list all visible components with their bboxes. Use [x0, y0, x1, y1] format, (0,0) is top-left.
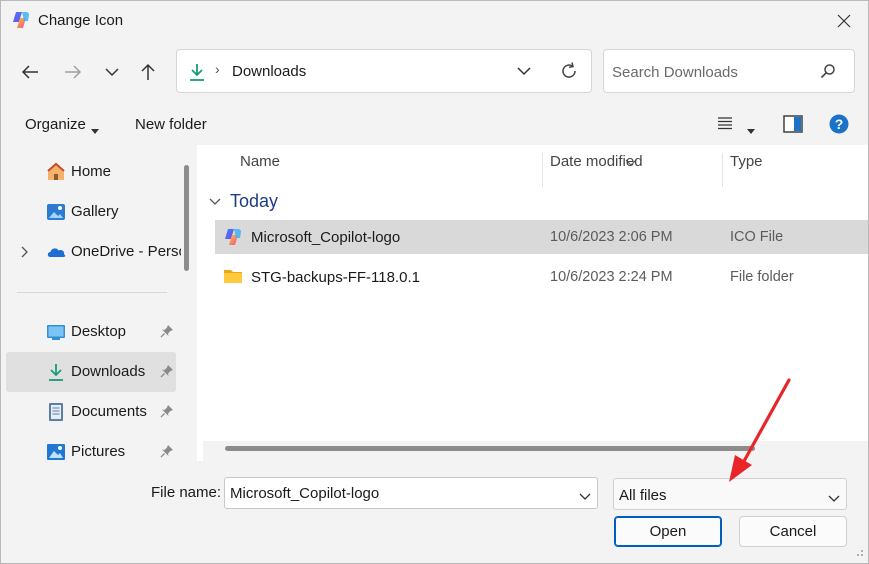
file-type-dropdown[interactable]: All files: [613, 478, 847, 510]
dialog-footer: File name: Microsoft_Copilot-logo All fi…: [1, 461, 868, 563]
recent-locations-button[interactable]: [97, 57, 127, 87]
file-type: File folder: [730, 269, 794, 285]
chevron-down-icon: [209, 198, 221, 205]
cancel-button[interactable]: Cancel: [739, 516, 847, 547]
up-button[interactable]: [133, 57, 163, 87]
navigation-bar: › Downloads: [1, 41, 868, 103]
file-name-value[interactable]: Microsoft_Copilot-logo: [230, 485, 379, 502]
column-headers: Name Date modified Type: [197, 145, 868, 187]
help-button[interactable]: ?: [829, 114, 849, 138]
file-row-copilot-logo[interactable]: Microsoft_Copilot-logo 10/6/2023 2:06 PM…: [215, 220, 868, 254]
chevron-down-icon: [105, 68, 119, 77]
group-label: Today: [230, 191, 279, 211]
sidebar-scrollbar[interactable]: [184, 165, 189, 271]
title-bar: Change Icon: [1, 1, 868, 41]
file-name-field[interactable]: Microsoft_Copilot-logo: [224, 477, 598, 509]
sidebar-item-label: Gallery: [71, 203, 119, 220]
list-view-icon: [718, 117, 732, 130]
file-date: 10/6/2023 2:24 PM: [550, 269, 673, 285]
chevron-down-icon: [517, 67, 531, 76]
sidebar-item-label: OneDrive - Personal: [71, 243, 181, 260]
gallery-icon: [46, 202, 66, 222]
pin-icon: [160, 444, 174, 462]
organize-dropdown-icon: [91, 121, 99, 138]
dialog-title: Change Icon: [38, 12, 124, 29]
file-name: Microsoft_Copilot-logo: [251, 229, 401, 246]
downloads-icon: [46, 362, 66, 382]
sidebar-item-home[interactable]: Home: [6, 152, 176, 192]
horizontal-scrollbar-thumb[interactable]: [225, 446, 755, 451]
search-box[interactable]: [603, 49, 855, 93]
back-button[interactable]: [15, 57, 45, 87]
refresh-icon: [562, 62, 576, 78]
forward-arrow-icon: [65, 65, 82, 79]
command-bar: Organize New folder ?: [1, 103, 868, 145]
sidebar-item-onedrive[interactable]: OneDrive - Personal: [6, 232, 181, 272]
file-type: ICO File: [730, 229, 784, 245]
sidebar-item-gallery[interactable]: Gallery: [6, 192, 176, 232]
column-divider[interactable]: [542, 153, 543, 187]
column-header-name[interactable]: Name: [240, 153, 280, 170]
sidebar-divider: [17, 292, 167, 293]
file-list: Name Date modified Type Today Microsoft_…: [197, 145, 868, 461]
file-name-label: File name:: [151, 484, 222, 501]
desktop-icon: [46, 322, 66, 342]
address-bar[interactable]: › Downloads: [176, 49, 592, 93]
address-history-dropdown[interactable]: [517, 63, 531, 80]
new-folder-button[interactable]: New folder: [135, 116, 207, 133]
sidebar-item-downloads[interactable]: Downloads: [6, 352, 176, 392]
preview-pane-icon: [783, 115, 803, 133]
refresh-button[interactable]: [559, 61, 579, 85]
resize-grip-icon[interactable]: [854, 544, 864, 561]
breadcrumb-separator-icon: ›: [215, 61, 220, 77]
organize-button[interactable]: Organize: [25, 116, 86, 133]
file-name: STG-backups-FF-118.0.1: [251, 269, 420, 286]
chevron-down-icon[interactable]: [579, 488, 591, 505]
chevron-right-icon[interactable]: [20, 245, 28, 262]
file-row-stg-backups[interactable]: STG-backups-FF-118.0.1 10/6/2023 2:24 PM…: [215, 260, 868, 294]
copilot-app-icon: [11, 10, 31, 30]
home-icon: [46, 162, 66, 182]
view-dropdown-icon[interactable]: [747, 121, 755, 138]
chevron-down-icon: [828, 490, 840, 507]
column-header-type[interactable]: Type: [730, 153, 763, 170]
downloads-icon: [188, 62, 206, 86]
pin-icon: [160, 364, 174, 382]
pin-icon: [160, 404, 174, 422]
file-date: 10/6/2023 2:06 PM: [550, 229, 673, 245]
view-options-button[interactable]: [717, 116, 733, 134]
horizontal-scrollbar[interactable]: [203, 441, 868, 461]
up-arrow-icon: [141, 63, 155, 80]
navigation-pane: Home Gallery OneDrive - Personal Desktop: [1, 145, 197, 461]
forward-button[interactable]: [58, 57, 88, 87]
column-divider[interactable]: [722, 153, 723, 187]
documents-icon: [46, 402, 66, 422]
close-icon: [837, 14, 851, 28]
onedrive-icon: [46, 242, 66, 262]
file-type-value: All files: [619, 487, 667, 504]
sidebar-item-desktop[interactable]: Desktop: [6, 312, 176, 352]
open-button[interactable]: Open: [614, 516, 722, 547]
sidebar-item-documents[interactable]: Documents: [6, 392, 176, 432]
sidebar-item-label: Home: [71, 163, 112, 180]
search-input[interactable]: [612, 60, 812, 84]
pin-icon: [160, 324, 174, 342]
svg-text:?: ?: [835, 116, 844, 132]
back-arrow-icon: [21, 65, 38, 79]
pictures-icon: [46, 442, 66, 462]
copilot-icon: [223, 227, 243, 247]
search-icon: [820, 63, 836, 83]
breadcrumb-downloads[interactable]: Downloads: [232, 63, 306, 80]
change-icon-dialog: Change Icon › Downloads Search Downloads…: [0, 0, 869, 564]
column-header-date-modified[interactable]: Date modified: [550, 153, 643, 170]
help-icon: ?: [829, 114, 849, 134]
folder-icon: [223, 267, 243, 287]
close-button[interactable]: [830, 7, 858, 35]
preview-pane-button[interactable]: [783, 115, 803, 137]
